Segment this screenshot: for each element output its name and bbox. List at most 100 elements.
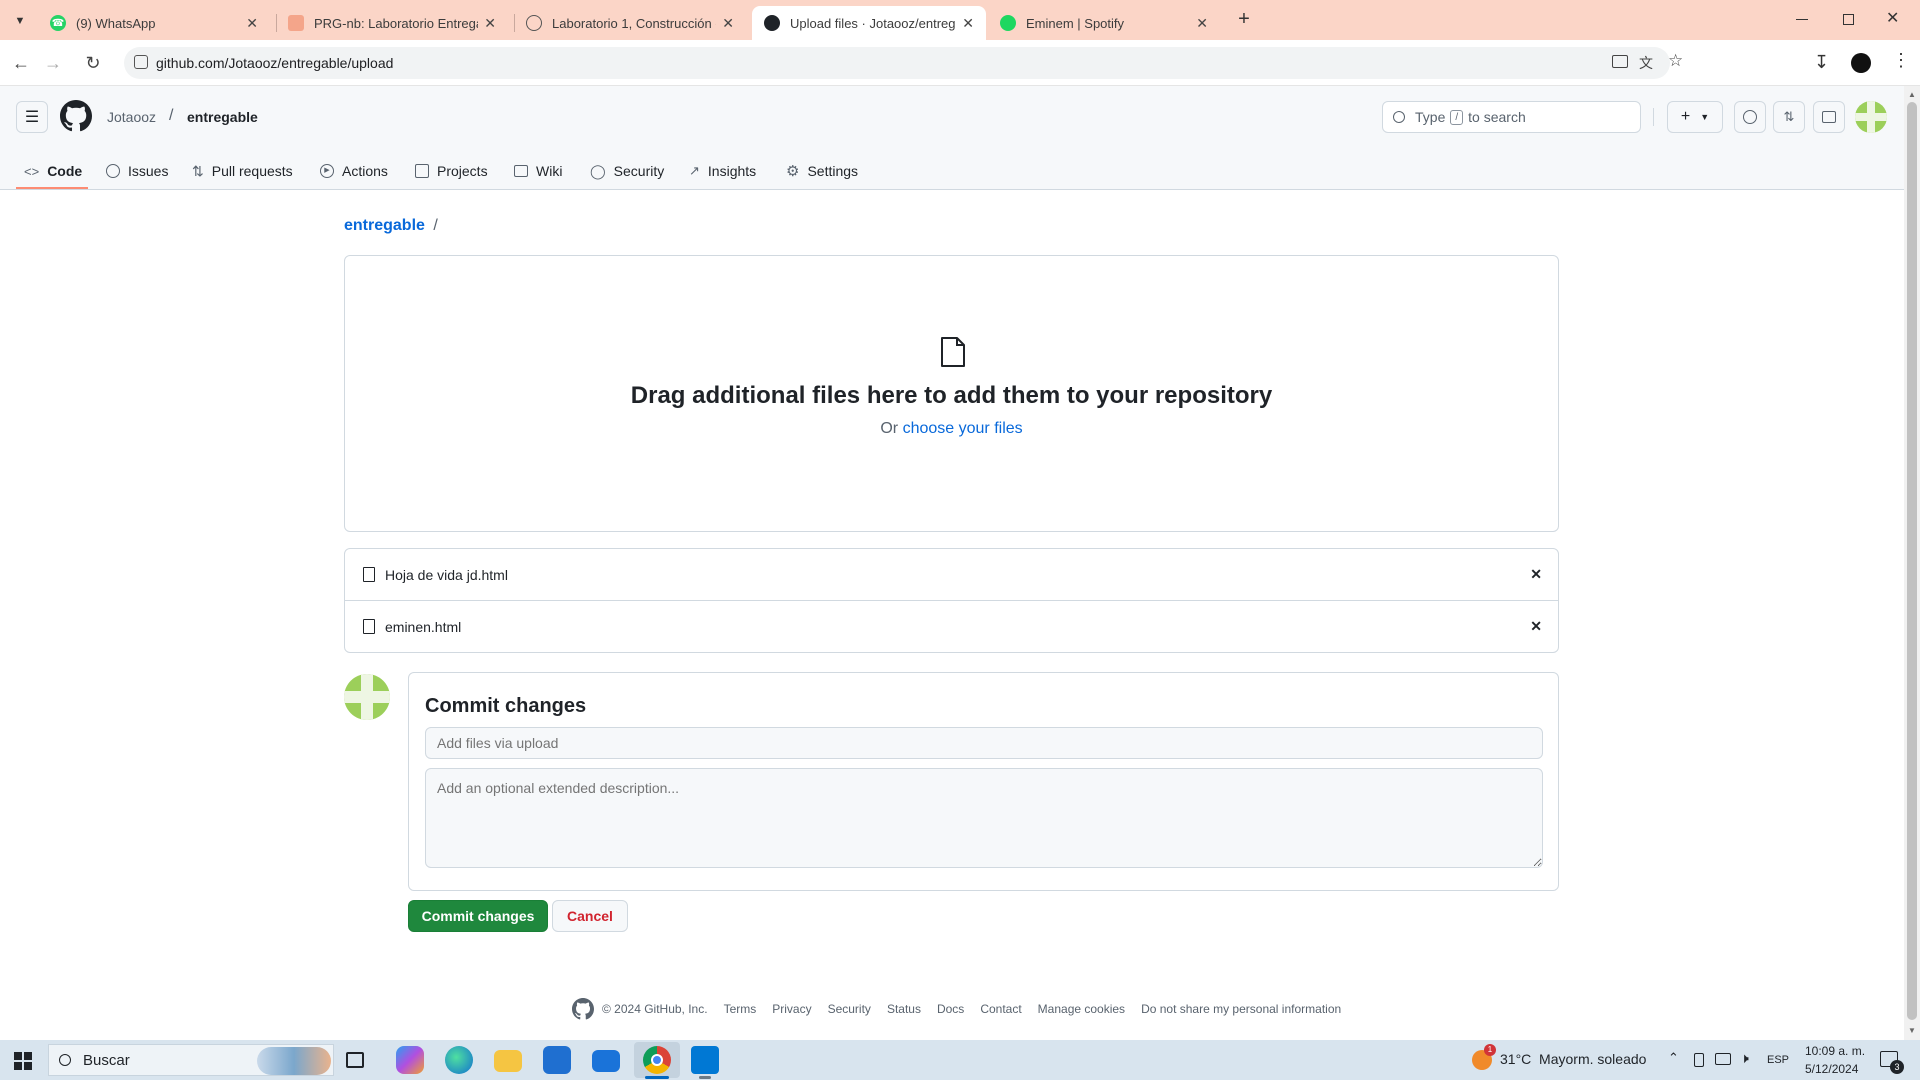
volume-icon[interactable]: 🕨 <box>1740 1050 1749 1067</box>
active-tab-underline <box>16 187 88 189</box>
footer-link-do-not-share[interactable]: Do not share my personal information <box>1141 1002 1341 1016</box>
new-tab-button[interactable]: + <box>1232 8 1256 32</box>
tab-laboratorio[interactable]: Laboratorio 1, Construcción de ✕ <box>514 6 746 40</box>
taskbar-search-box[interactable]: Buscar <box>48 1044 334 1076</box>
user-avatar[interactable] <box>1855 101 1887 133</box>
page-footer: © 2024 GitHub, Inc. Terms Privacy Securi… <box>572 998 1357 1020</box>
footer-link-manage-cookies[interactable]: Manage cookies <box>1038 1002 1125 1016</box>
back-icon[interactable]: ← <box>6 48 36 78</box>
mail-icon[interactable] <box>592 1050 620 1072</box>
tab-projects[interactable]: Projects <box>415 156 488 186</box>
choose-files-link[interactable]: choose your files <box>903 420 1023 437</box>
edge-icon[interactable] <box>445 1046 473 1074</box>
inbox-icon[interactable] <box>1813 101 1845 133</box>
close-icon[interactable]: ✕ <box>1196 15 1208 32</box>
file-name: Hoja de vida jd.html <box>385 566 508 583</box>
footer-link-contact[interactable]: Contact <box>980 1002 1021 1016</box>
tab-wiki[interactable]: Wiki <box>514 156 562 186</box>
restore-icon[interactable] <box>1843 14 1854 25</box>
downloads-icon[interactable]: ↧ <box>1814 52 1829 73</box>
windows-start-icon[interactable] <box>14 1052 32 1070</box>
show-hidden-icons-chevron[interactable]: ⌃ <box>1668 1050 1679 1066</box>
remove-file-icon[interactable]: ✕ <box>1530 566 1542 583</box>
create-new-button[interactable]: + ▼ <box>1667 101 1723 133</box>
tab-insights[interactable]: ↗ Insights <box>689 156 756 186</box>
clock-time[interactable]: 10:09 a. m. <box>1805 1044 1865 1058</box>
footer-link-status[interactable]: Status <box>887 1002 921 1016</box>
meet-now-icon[interactable] <box>1694 1053 1704 1067</box>
site-info-icon[interactable] <box>134 55 148 69</box>
chrome-icon[interactable] <box>643 1046 671 1074</box>
tab-insights-label: Insights <box>707 163 757 179</box>
clock-date[interactable]: 5/12/2024 <box>1805 1062 1858 1076</box>
file-list-item: Hoja de vida jd.html ✕ <box>344 548 1559 601</box>
tab-search-button[interactable]: ▼ <box>8 10 32 32</box>
footer-link-docs[interactable]: Docs <box>937 1002 964 1016</box>
weather-badge: 1 <box>1484 1044 1496 1056</box>
profile-avatar[interactable] <box>1851 53 1871 73</box>
issues-icon[interactable] <box>1734 101 1766 133</box>
hamburger-menu-icon[interactable]: ☰ <box>16 101 48 133</box>
minimize-icon[interactable] <box>1796 19 1808 20</box>
input-language[interactable]: ESP <box>1767 1054 1789 1066</box>
github-logo-icon[interactable] <box>572 998 594 1020</box>
forward-icon[interactable]: → <box>38 48 68 78</box>
microsoft-store-icon[interactable] <box>543 1046 571 1074</box>
tab-security[interactable]: ◯ Security <box>590 156 664 186</box>
footer-link-privacy[interactable]: Privacy <box>772 1002 811 1016</box>
tab-upload-files[interactable]: Upload files · Jotaooz/entregable ✕ <box>752 6 986 40</box>
scroll-up-arrow[interactable]: ▲ <box>1908 90 1916 99</box>
file-drop-zone[interactable]: Drag additional files here to add them t… <box>344 255 1559 532</box>
close-icon[interactable]: ✕ <box>722 15 734 32</box>
translate-icon[interactable]: 文 <box>1639 53 1653 73</box>
footer-link-terms[interactable]: Terms <box>724 1002 757 1016</box>
tab-spotify[interactable]: Eminem | Spotify ✕ <box>988 6 1220 40</box>
tab-prg-nb[interactable]: PRG-nb: Laboratorio Entregable ✕ <box>276 6 508 40</box>
tab-pull-requests[interactable]: ⇅ Pull requests <box>192 156 293 186</box>
network-icon[interactable] <box>1715 1053 1731 1065</box>
commit-summary-input[interactable] <box>425 727 1543 759</box>
search-placeholder-suffix: to search <box>1468 109 1526 125</box>
footer-link-security[interactable]: Security <box>828 1002 871 1016</box>
window-close-icon[interactable]: ✕ <box>1886 8 1899 28</box>
scrollbar-thumb[interactable] <box>1907 102 1917 1020</box>
scroll-down-arrow[interactable]: ▼ <box>1908 1026 1916 1035</box>
search-input[interactable]: Type / to search <box>1382 101 1641 133</box>
commit-changes-button[interactable]: Commit changes <box>408 900 548 932</box>
weather-text[interactable]: 31°C Mayorm. soleado <box>1500 1051 1646 1067</box>
search-shortcut-key: / <box>1450 109 1464 125</box>
tab-wiki-label: Wiki <box>536 163 563 179</box>
tab-issues-label: Issues <box>128 163 169 179</box>
bookmark-star-icon[interactable]: ☆ <box>1668 51 1683 71</box>
close-icon[interactable]: ✕ <box>962 15 974 32</box>
table-icon <box>415 164 429 178</box>
tab-whatsapp[interactable]: ☎ (9) WhatsApp ✕ <box>38 6 270 40</box>
pull-requests-icon[interactable]: ⇅ <box>1773 101 1805 133</box>
header-divider <box>1653 108 1654 126</box>
search-icon <box>1393 111 1405 123</box>
close-icon[interactable]: ✕ <box>484 15 496 32</box>
url-bar[interactable]: github.com/Jotaooz/entregable/upload 文 ☆ <box>124 47 1683 79</box>
owner-link[interactable]: Jotaooz <box>107 109 156 125</box>
close-icon[interactable]: ✕ <box>246 15 258 32</box>
commit-description-textarea[interactable] <box>425 768 1543 868</box>
install-app-icon[interactable] <box>1612 55 1628 68</box>
task-view-icon[interactable] <box>346 1052 364 1068</box>
cancel-button[interactable]: Cancel <box>552 900 628 932</box>
vscode-icon[interactable] <box>691 1046 719 1074</box>
tab-issues[interactable]: Issues <box>106 156 168 186</box>
copilot-icon[interactable] <box>396 1046 424 1074</box>
github-logo-icon[interactable] <box>60 100 92 132</box>
tab-code[interactable]: <> Code <box>24 156 82 186</box>
tab-actions[interactable]: ▶ Actions <box>320 156 388 186</box>
remove-file-icon[interactable]: ✕ <box>1530 618 1542 635</box>
tab-settings-label: Settings <box>807 163 859 179</box>
tab-settings[interactable]: ⚙ Settings <box>786 156 858 186</box>
reload-icon[interactable]: ↻ <box>78 48 108 78</box>
breadcrumb-repo-link[interactable]: entregable <box>344 217 425 234</box>
repo-link[interactable]: entregable <box>187 109 258 125</box>
file-explorer-icon[interactable] <box>494 1050 522 1072</box>
footer-copyright: © 2024 GitHub, Inc. <box>602 1002 708 1016</box>
browser-menu-icon[interactable]: ⋮ <box>1892 50 1910 71</box>
page-scrollbar[interactable]: ▲ ▼ <box>1904 86 1920 1040</box>
